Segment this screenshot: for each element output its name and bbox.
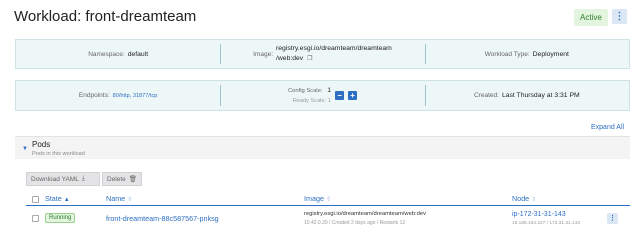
column-image-label: Image [304,194,324,203]
select-all-checkbox[interactable] [32,196,39,203]
pods-section-header[interactable]: ▼ Pods Pods in this workload [15,136,630,159]
config-scale-label: Config Scale: [287,87,323,94]
pod-image: registry.esgi.io/dreamteam/dreamteam/web… [304,211,427,217]
created-label: Created: [474,92,499,99]
endpoints-label: Endpoints: [78,92,110,99]
column-node-label: Node [512,194,530,203]
pod-name-link[interactable]: front-dreamteam-88c587567-pnksg [106,214,219,223]
column-state[interactable]: State ▲ [45,194,70,203]
image-value: registry.esgi.io/dreamteam/dreamteam /we… [276,44,392,64]
scale-up-button[interactable]: + [348,91,358,100]
pod-image-details: 10.42.0.20 / Created 2 days ago / Restar… [304,220,406,226]
kebab-icon: ⋮ [614,11,625,22]
endpoints-cell: Endpoints: 80/http, 31877/tcp [16,81,220,110]
caret-down-icon[interactable]: ▼ [22,146,28,152]
scale-down-button[interactable]: − [335,91,345,100]
image-label: Image: [253,50,273,58]
created-value: Last Thursday at 3:31 PM [501,92,580,99]
page-title: Workload: front-dreamteam [14,8,197,25]
sort-up-icon: ▲ [63,197,70,203]
delete-button[interactable]: Delete 🗑 [102,172,142,186]
sort-icon: ⇕ [531,197,537,203]
workload-type-value: Deployment [532,50,569,58]
endpoints-link[interactable]: 80/http, 31877/tcp [113,93,158,99]
namespace-cell: Namespace: default [16,40,220,68]
workload-menu-button[interactable]: ⋮ [612,9,627,24]
pods-title: Pods [32,140,51,149]
workload-type-label: Workload Type: [484,50,530,58]
pods-table-header: State ▲ Name ⇕ Image ⇕ Node ⇕ [26,192,630,206]
table-row: Running front-dreamteam-88c587567-pnksg … [26,207,630,231]
image-cell: Image: registry.esgi.io/dreamteam/dreamt… [220,40,424,68]
column-state-label: State [45,194,62,203]
image-value-line1: registry.esgi.io/dreamteam/dreamteam [276,45,392,52]
copy-icon[interactable]: ❐ [307,54,312,64]
namespace-value: default [127,50,149,58]
config-scale-value: 1 [327,86,332,94]
scale-cell: Config Scale: 1 Ready Scale: 1 − + [220,81,424,110]
column-node[interactable]: Node ⇕ [512,194,536,203]
column-image[interactable]: Image ⇕ [304,194,331,203]
ready-scale-label: Ready Scale: [292,97,327,104]
column-name[interactable]: Name ⇕ [106,194,132,203]
node-link[interactable]: ip-172-31-31-143 [512,211,566,218]
sort-icon: ⇕ [127,197,133,203]
row-checkbox[interactable] [32,215,39,222]
download-icon: ⤓ [81,175,85,182]
delete-label: Delete [107,175,126,183]
namespace-label: Namespace: [88,50,125,58]
column-name-label: Name [106,194,126,203]
expand-all-link[interactable]: Expand All [591,124,624,131]
ready-scale-value: 1 [327,97,332,104]
node-ips: 18.185.164.227 / 172.31.31.143 [512,221,581,226]
workload-type-cell: Workload Type: Deployment [424,40,629,68]
row-menu-button[interactable]: ⋮ [607,213,618,224]
workload-scale-panel: Endpoints: 80/http, 31877/tcp Config Sca… [15,80,630,111]
pods-subtitle: Pods in this workload [32,151,85,157]
status-badge: Active [574,9,608,26]
state-badge: Running [45,213,76,223]
sort-icon: ⇕ [325,197,332,203]
trash-icon: 🗑 [128,176,138,183]
image-value-line2: /web:dev [276,55,304,62]
download-yaml-label: Download YAML [31,175,79,183]
created-cell: Created: Last Thursday at 3:31 PM [424,81,629,110]
download-yaml-button[interactable]: Download YAML ⤓ [26,172,100,186]
workload-info-panel: Namespace: default Image: registry.esgi.… [15,39,630,69]
